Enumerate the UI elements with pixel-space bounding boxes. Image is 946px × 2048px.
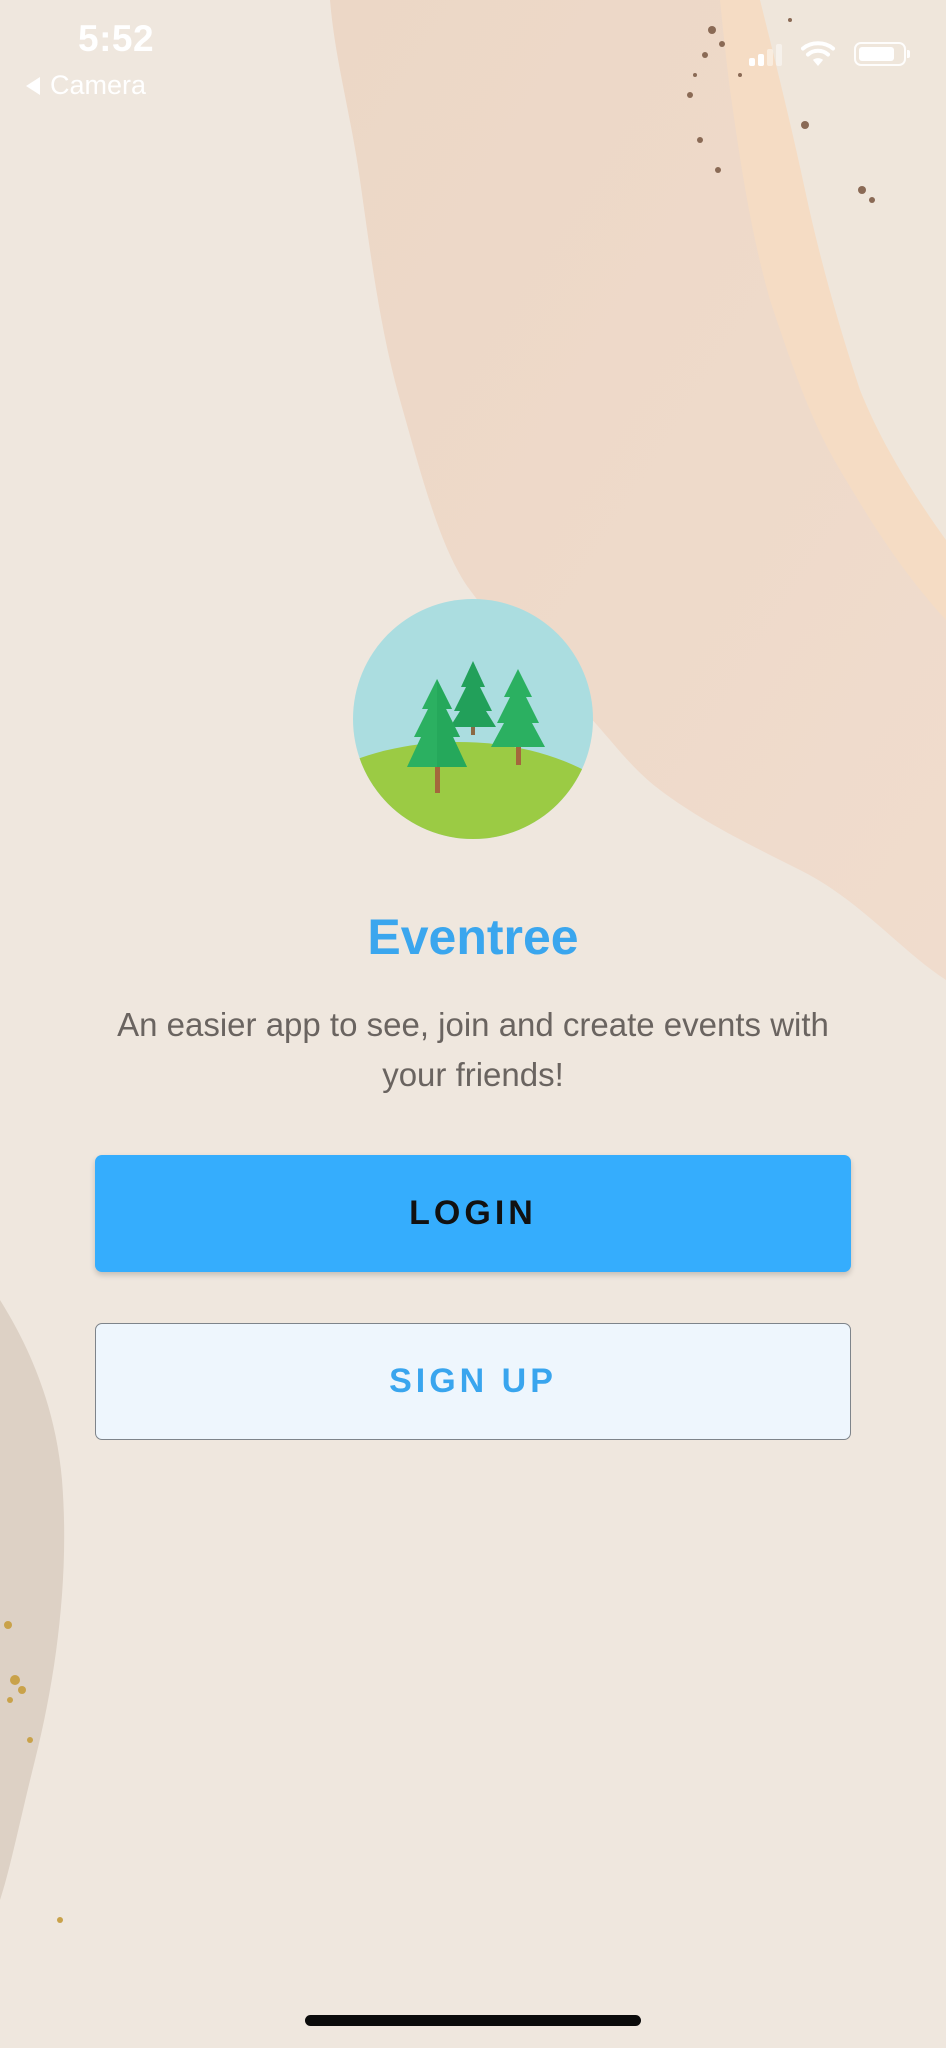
sign-up-button[interactable]: SIGN UP — [95, 1323, 851, 1440]
battery-icon — [854, 42, 910, 66]
sign-up-button-label: SIGN UP — [389, 1362, 557, 1400]
status-time: 5:52 — [78, 18, 155, 59]
status-icons — [749, 40, 910, 68]
status-bar: 5:52 Camera — [0, 0, 946, 110]
back-to-camera-link[interactable]: Camera — [26, 70, 146, 101]
battery-level-fill — [859, 47, 894, 61]
forest-trees-logo — [353, 599, 593, 839]
signal-icon — [749, 42, 782, 66]
wifi-icon — [801, 41, 835, 66]
login-button-label: LOGIN — [409, 1194, 537, 1232]
app-title: Eventree — [367, 909, 579, 965]
back-caret-icon — [26, 76, 40, 95]
home-indicator[interactable] — [305, 2015, 641, 2026]
login-button[interactable]: LOGIN — [95, 1155, 851, 1272]
app-tagline: An easier app to see, join and create ev… — [117, 1006, 829, 1093]
back-link-label: Camera — [50, 70, 147, 100]
